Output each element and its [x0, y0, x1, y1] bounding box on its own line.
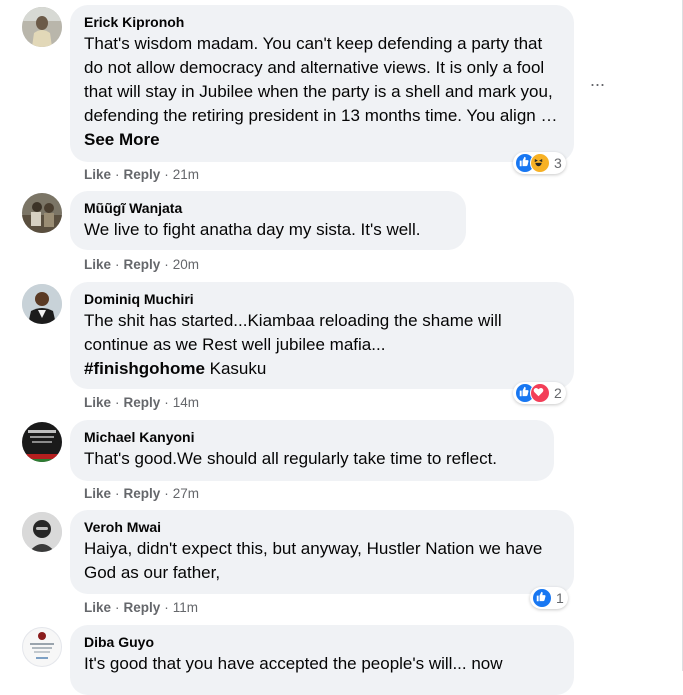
comment-body: The shit has started...Kiambaa reloading…	[84, 311, 502, 354]
avatar[interactable]	[22, 284, 62, 324]
comment-time[interactable]: 14m	[173, 395, 199, 410]
comment-text: The shit has started...Kiambaa reloading…	[84, 309, 560, 381]
comment-actions: Like · Reply · 27m	[84, 486, 200, 501]
comment-time[interactable]: 27m	[173, 486, 199, 501]
comment-bubble: Diba Guyo It's good that you have accept…	[70, 625, 574, 695]
reaction-summary[interactable]: 3	[513, 152, 566, 174]
reaction-count: 2	[554, 385, 562, 401]
comment-actions: Like · Reply · 21m	[84, 167, 200, 182]
reply-button[interactable]: Reply	[124, 600, 161, 615]
comment-time[interactable]: 11m	[173, 600, 198, 615]
more-options-icon[interactable]: ···	[587, 74, 607, 94]
comment-author[interactable]: Diba Guyo	[84, 633, 560, 651]
like-button[interactable]: Like	[84, 486, 111, 501]
comment-text: That's wisdom madam. You can't keep defe…	[84, 32, 560, 152]
comment-actions: Like · Reply · 11m	[84, 600, 199, 615]
comment-bubble: Dominiq Muchiri The shit has started...K…	[70, 282, 574, 389]
reply-button[interactable]: Reply	[124, 257, 161, 272]
hashtag-link[interactable]: #finishgohome	[84, 359, 205, 378]
reaction-summary[interactable]: 1	[530, 587, 568, 609]
comment-actions: Like · Reply · 14m	[84, 395, 200, 410]
comment-body: That's wisdom madam. You can't keep defe…	[84, 34, 558, 125]
avatar[interactable]	[22, 422, 62, 462]
comment-body: Haiya, didn't expect this, but anyway, H…	[84, 539, 543, 582]
comment-bubble: Mũũgĩ Wanjata We live to fight anatha da…	[70, 191, 466, 250]
comment-bubble: Veroh Mwai Haiya, didn't expect this, bu…	[70, 510, 574, 594]
avatar[interactable]	[22, 193, 62, 233]
avatar[interactable]	[22, 7, 62, 47]
like-button[interactable]: Like	[84, 167, 111, 182]
avatar[interactable]	[22, 627, 62, 667]
like-icon	[532, 588, 552, 608]
see-more-link[interactable]: See More	[84, 130, 160, 149]
comment-body: It's good that you have accepted the peo…	[84, 654, 503, 673]
comment-author[interactable]: Mũũgĩ Wanjata	[84, 199, 452, 217]
tagged-name[interactable]: Kasuku	[210, 359, 267, 378]
reaction-count: 1	[556, 590, 564, 606]
comment-bubble: Michael Kanyoni That's good.We should al…	[70, 420, 554, 481]
comment-time[interactable]: 20m	[173, 257, 199, 272]
like-button[interactable]: Like	[84, 257, 111, 272]
comment-body: We live to fight anatha day my sista. It…	[84, 220, 421, 239]
like-button[interactable]: Like	[84, 395, 111, 410]
reply-button[interactable]: Reply	[124, 395, 161, 410]
reaction-count: 3	[554, 155, 562, 171]
haha-icon	[530, 153, 550, 173]
reply-button[interactable]: Reply	[124, 167, 161, 182]
comment-author[interactable]: Michael Kanyoni	[84, 428, 540, 446]
reaction-summary[interactable]: 2	[513, 382, 566, 404]
comment-body: That's good.We should all regularly take…	[84, 449, 498, 468]
love-icon	[530, 383, 550, 403]
avatar[interactable]	[22, 512, 62, 552]
comment-author[interactable]: Dominiq Muchiri	[84, 290, 560, 308]
comment-author[interactable]: Veroh Mwai	[84, 518, 560, 536]
comment-author[interactable]: Erick Kipronoh	[84, 13, 560, 31]
reply-button[interactable]: Reply	[124, 486, 161, 501]
comment-bubble: Erick Kipronoh That's wisdom madam. You …	[70, 5, 574, 162]
comment-time[interactable]: 21m	[173, 167, 199, 182]
comment-actions: Like · Reply · 20m	[84, 257, 200, 272]
like-button[interactable]: Like	[84, 600, 111, 615]
